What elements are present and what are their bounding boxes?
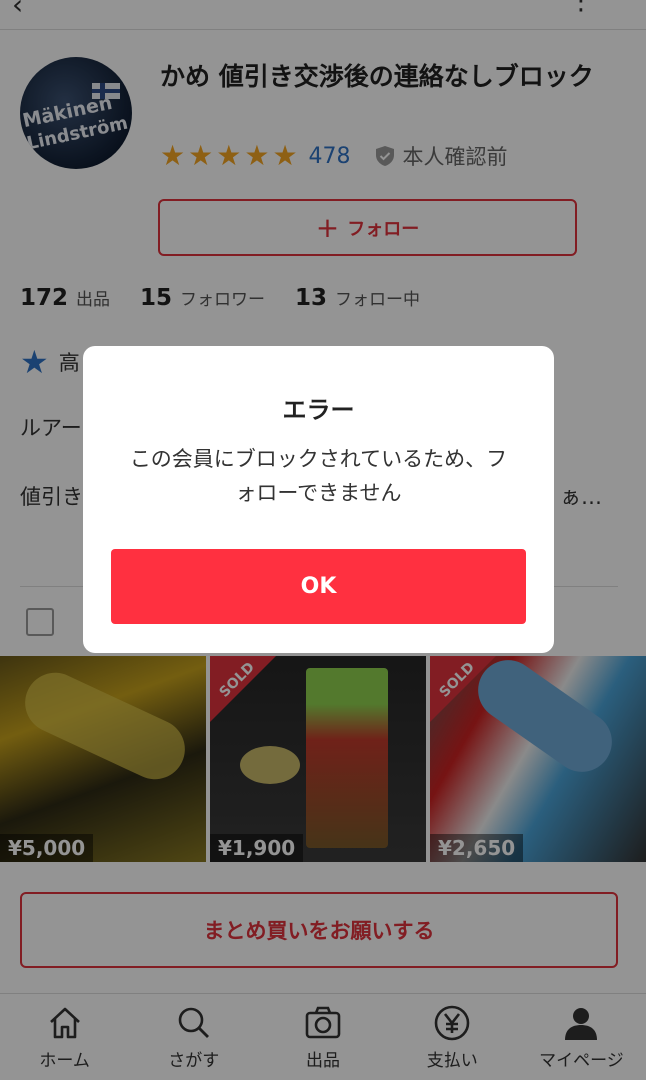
ok-button[interactable]: OK — [111, 549, 526, 624]
dialog-message: この会員にブロックされているため、フォローできません — [129, 447, 508, 505]
error-dialog: エラー この会員にブロックされているため、フォローできません OK — [83, 346, 554, 653]
dialog-title: エラー — [282, 396, 355, 424]
